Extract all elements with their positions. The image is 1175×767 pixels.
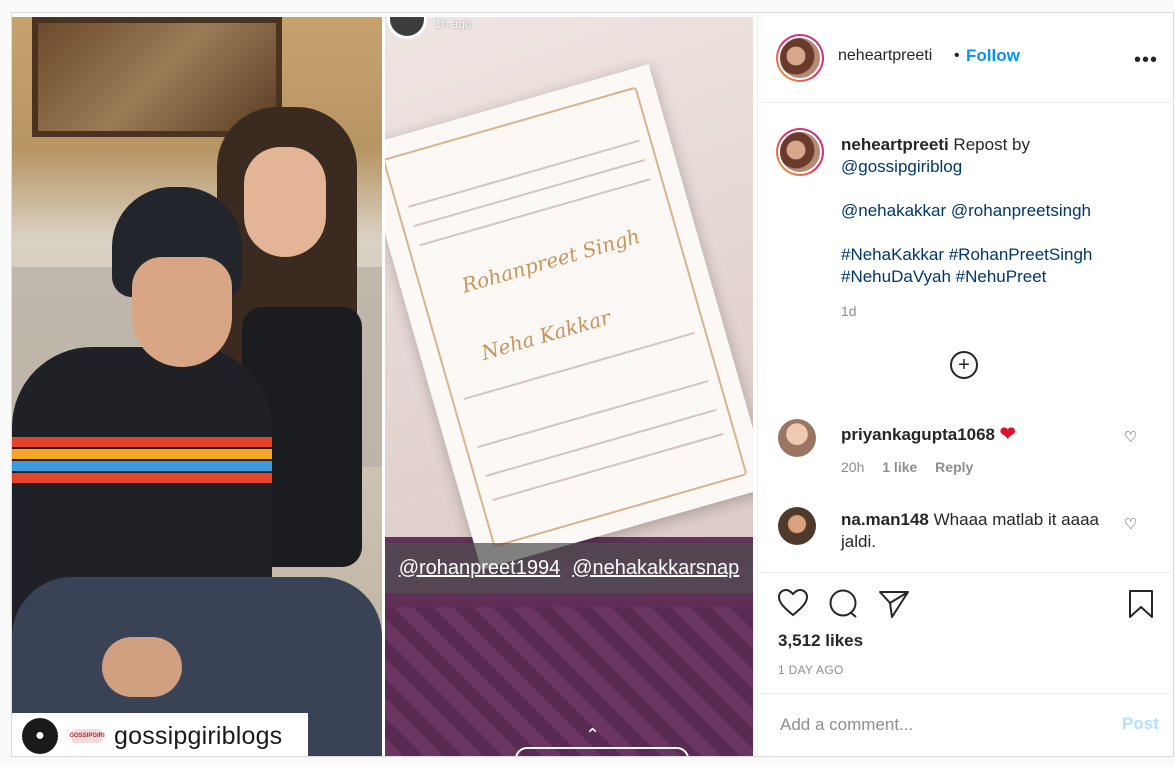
comment-avatar[interactable] [778,419,816,457]
author-username[interactable]: neheartpreeti [838,47,932,65]
invitation-photo: 1h ago Rohanpreet Singh Neha Kakkar @roh… [385,17,753,756]
avatar-image [778,130,822,174]
red-heart-emoji: ❤ [999,424,1016,445]
box-pattern [385,607,753,756]
post-header: neheartpreeti • Follow ••• [758,13,1174,103]
gossipgiri-logo: GOSSIPGIRI [69,729,105,743]
tag-nehakakkar[interactable]: @nehakakkarsnap [572,557,739,580]
post-container: ● GOSSIPGIRI gossipgiriblogs 1h ago Roha… [11,12,1174,757]
tag-rohanpreet[interactable]: @rohanpreet1994 [399,557,561,580]
sweater-stripe [12,449,272,459]
woman-face [244,147,326,257]
post-side-panel: neheartpreeti • Follow ••• neheartpreeti… [757,13,1174,756]
more-horizontal-icon[interactable]: ••• [1134,49,1158,72]
man-face [132,257,232,367]
repost-handle-link[interactable]: @gossipgiriblog [841,157,962,176]
follow-button[interactable]: Follow [966,46,1020,66]
caption-username[interactable]: neheartpreeti [841,135,949,154]
swipe-up-pill [515,747,689,756]
share-paper-plane-icon[interactable] [878,589,910,626]
comment-input[interactable] [778,714,1102,736]
like-heart-icon[interactable] [777,588,809,624]
post-comment-button[interactable]: Post [1122,714,1159,734]
comment-username[interactable]: na.man148 [841,510,929,529]
separator-dot: • [954,47,960,64]
caption-avatar[interactable] [776,128,824,176]
story-time: 1h ago [435,17,472,31]
comment-body: na.man148 Whaaa matlab it aaaa jaldi. [841,509,1106,553]
comment-like-heart-icon[interactable]: ♡ [1124,428,1137,446]
actions-section: 3,512 likes 1 DAY AGO Post [758,572,1174,757]
hands [102,637,182,697]
comment-username[interactable]: priyankagupta1068 ❤ [841,423,1016,446]
watermark-text: gossipgiriblogs [114,721,283,750]
chevron-up-icon: ⌃ [585,725,601,745]
caption: neheartpreeti Repost by @gossipgiriblog … [841,134,1141,288]
sweater-stripe [12,461,272,471]
repost-label: Repost by [948,135,1030,154]
mentions[interactable]: @nehakakkar @rohanpreetsingh [841,201,1091,220]
comment-username-text[interactable]: priyankagupta1068 [841,425,995,444]
comment-bubble-icon[interactable] [828,589,858,626]
author-avatar[interactable] [776,34,824,82]
comment-avatar[interactable] [778,507,816,545]
sweater-stripe [12,437,272,447]
reply-button[interactable]: Reply [935,459,973,475]
tag-bar: @rohanpreet1994 @nehakakkarsnap [385,543,753,593]
post-media[interactable]: ● GOSSIPGIRI gossipgiriblogs 1h ago Roha… [12,13,757,756]
likes-count[interactable]: 3,512 likes [778,631,863,651]
user-silhouette-icon: ● [22,718,58,754]
post-time-ago: 1 DAY AGO [778,663,844,677]
save-bookmark-icon[interactable] [1128,589,1154,626]
watermark: ● GOSSIPGIRI gossipgiriblogs [12,713,308,756]
comment-bar: Post [758,693,1174,758]
couple-photo: ● GOSSIPGIRI gossipgiriblogs [12,17,382,756]
comment-time: 20h [841,459,865,475]
load-more-comments-icon[interactable]: + [950,351,978,379]
sweater-stripe [12,473,272,483]
comment-like-heart-icon[interactable]: ♡ [1124,515,1137,533]
caption-time: 1d [841,303,857,319]
comment-likes[interactable]: 1 like [882,459,917,475]
hashtags-line1[interactable]: #NehaKakkar #RohanPreetSingh [841,245,1092,264]
comment-meta: 20h 1 like Reply [841,459,973,475]
avatar-image [778,36,822,80]
hashtags-line2[interactable]: #NehuDaVyah #NehuPreet [841,267,1046,286]
